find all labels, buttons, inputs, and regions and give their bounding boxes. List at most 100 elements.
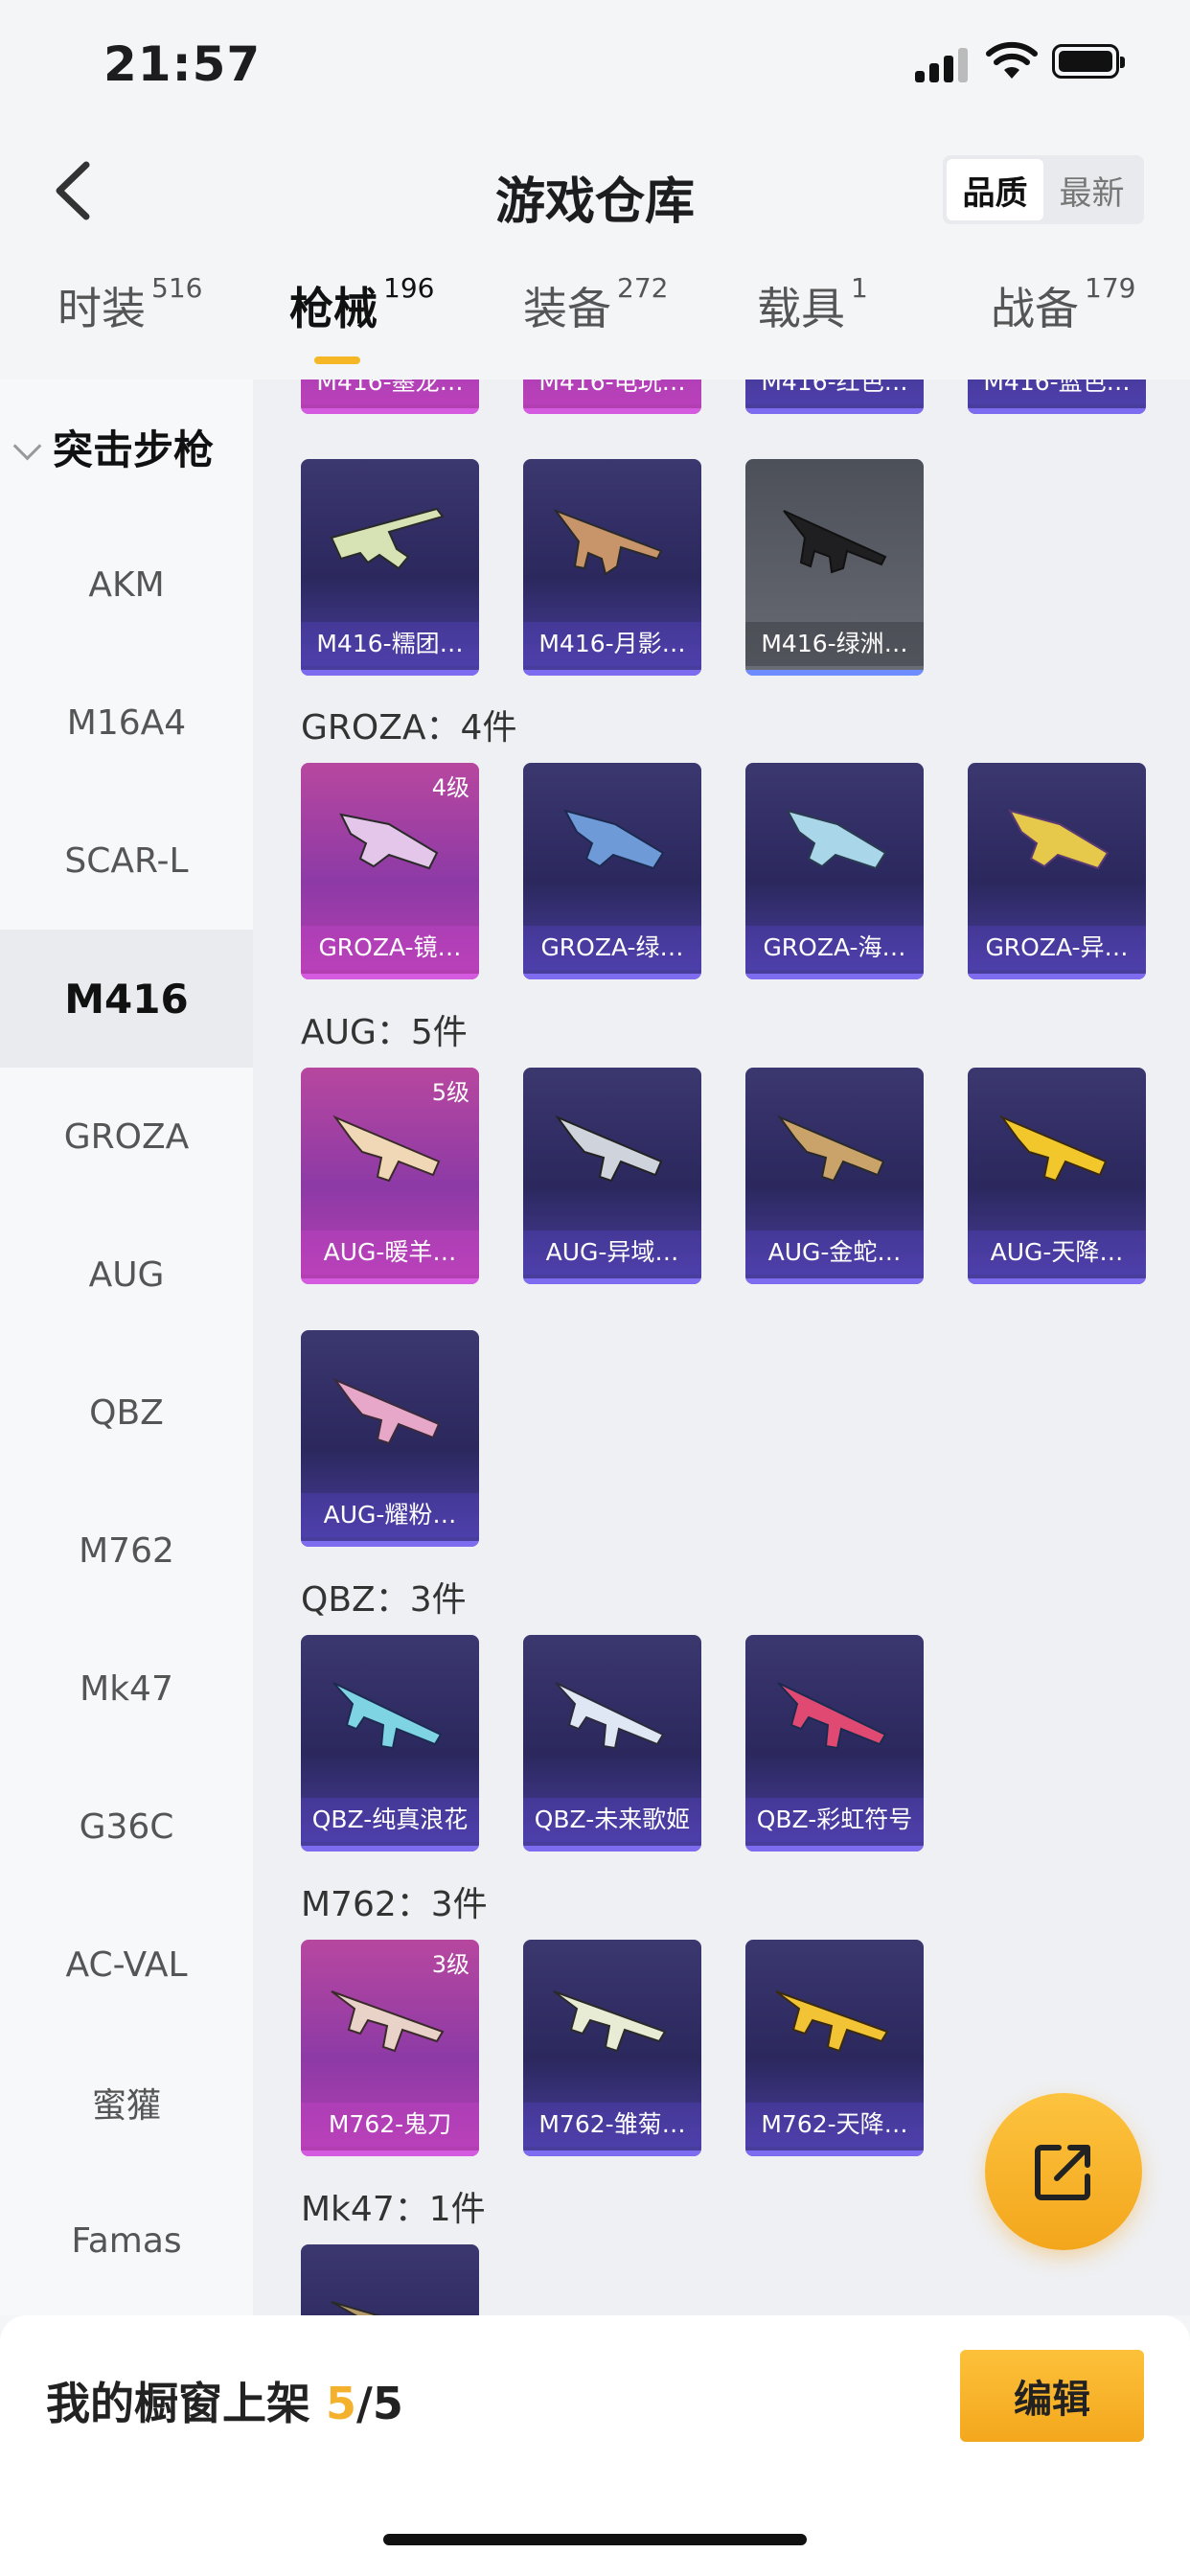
rifle-icon [555,1115,663,1183]
section-title-m762: M762：3件 [301,1885,488,1924]
weapon-card[interactable]: M416-红色… [745,380,924,414]
tab-supplies[interactable]: 战备 179 [991,272,1136,337]
weapon-card[interactable]: M416-墨龙… [301,380,479,414]
weapon-card[interactable]: QBZ-未来歌姬 [523,1635,701,1852]
weapon-card[interactable]: M416-糯团… [301,459,479,676]
weapon-card[interactable] [301,2244,479,2315]
tab-count: 196 [383,272,435,304]
sidebar-item-groza[interactable]: GROZA [0,1068,253,1206]
weapon-card-name: M416-墨龙… [301,380,479,404]
sort-newest-button[interactable]: 最新 [1043,159,1140,220]
weapon-card[interactable]: AUG-异域… [523,1068,701,1284]
sidebar-item-aug[interactable]: AUG [0,1206,253,1344]
weapon-card-name: M416-糯团… [301,622,479,666]
share-icon [1035,2145,1090,2200]
sidebar-item-scar-l[interactable]: SCAR-L [0,792,253,930]
share-button[interactable] [985,2093,1142,2250]
rifle-icon [330,507,445,570]
tab-outfits[interactable]: 时装 516 [57,272,203,337]
rifle-icon [777,1115,885,1183]
tab-vehicles[interactable]: 载具 1 [757,272,868,337]
cellular-signal-icon [915,48,969,82]
sidebar-item-famas[interactable]: Famas [0,2172,253,2310]
chevron-down-icon [12,431,42,461]
rifle-icon [775,1990,889,2053]
status-bar: 21:57 [0,0,1190,134]
section-title-groza: GROZA：4件 [301,708,517,748]
sidebar-item-qbz[interactable]: QBZ [0,1344,253,1482]
sidebar-item-akm[interactable]: AKM [0,516,253,654]
weapon-card-name: M762-天降… [745,2103,924,2147]
rifle-icon [332,1115,441,1183]
sidebar-category[interactable]: 突击步枪 [12,418,214,476]
weapon-card[interactable]: AUG-耀粉… [301,1330,479,1547]
showcase-status: 我的橱窗上架 5/5 [46,2369,403,2432]
weapon-card-name: M416-月影… [523,622,701,666]
sidebar-item-ac-val[interactable]: AC-VAL [0,1896,253,2034]
weapon-card-name: M416-蓝色… [968,380,1146,404]
rifle-icon [332,1377,441,1445]
tab-label: 战备 [991,283,1079,334]
weapon-card[interactable]: M416-绿洲… [745,459,924,676]
sidebar-item-m762[interactable]: M762 [0,1482,253,1620]
weapon-card-name: GROZA-绿… [523,926,701,970]
weapon-card[interactable]: QBZ-纯真浪花 [301,1635,479,1852]
weapon-card-name: AUG-金蛇… [745,1230,924,1275]
weapon-card[interactable]: 5级 AUG-暖羊… [301,1068,479,1284]
sidebar-item-honey-badger[interactable]: 蜜獾 [0,2034,253,2172]
weapon-card[interactable]: 3级 M762-鬼刀 [301,1940,479,2156]
rifle-icon [999,1115,1108,1183]
edit-button[interactable]: 编辑 [960,2350,1144,2442]
status-time: 21:57 [103,36,262,92]
weapon-card-name: QBZ-彩虹符号 [745,1798,924,1842]
weapon-card[interactable]: M416-月影… [523,459,701,676]
rifle-icon [331,2301,381,2315]
showcase-panel: 我的橱窗上架 5/5 编辑 [0,2315,1190,2576]
weapon-card[interactable]: M762-雏菊… [523,1940,701,2156]
tab-count: 516 [151,272,203,304]
sidebar-item-g36c[interactable]: G36C [0,1758,253,1896]
weapon-card[interactable]: GROZA-绿… [523,763,701,979]
header: 游戏仓库 品质 最新 [0,144,1190,240]
active-tab-indicator [314,356,360,364]
weapon-card-name: QBZ-未来歌姬 [523,1798,701,1842]
weapon-card[interactable]: GROZA-海… [745,763,924,979]
showcase-total-count: /5 [356,2378,403,2429]
rifle-icon [553,1990,667,2053]
sort-quality-button[interactable]: 品质 [947,159,1043,220]
sidebar-item-m416[interactable]: M416 [0,930,253,1068]
wifi-icon [986,41,1038,79]
sidebar-item-mk47[interactable]: Mk47 [0,1620,253,1758]
weapon-card[interactable]: M416-蓝色… [968,380,1146,414]
rifle-icon [786,809,887,870]
weapon-card-name: M762-鬼刀 [301,2103,479,2147]
weapon-sidebar: 突击步枪 AKM M16A4 SCAR-L M416 GROZA AUG QBZ… [0,380,253,2315]
rifle-icon [777,1682,887,1750]
weapon-card-name: GROZA-异… [968,926,1146,970]
weapon-card[interactable]: 4级 GROZA-镜… [301,763,479,979]
tab-label: 装备 [523,283,611,334]
tab-label: 时装 [57,283,146,334]
section-title-mk47: Mk47：1件 [301,2190,486,2229]
tab-equipment[interactable]: 装备 272 [523,272,668,337]
weapon-card[interactable]: QBZ-彩虹符号 [745,1635,924,1852]
weapon-card-name: M416-红色… [745,380,924,404]
rifle-icon [332,1682,443,1750]
weapon-card[interactable]: M416-电玩… [523,380,701,414]
tab-weapons[interactable]: 枪械 196 [289,272,435,337]
rifle-icon [331,1990,445,2053]
rifle-icon [1008,809,1110,870]
weapon-card-name: AUG-耀粉… [301,1493,479,1537]
rifle-icon [783,510,887,574]
rifle-icon [553,508,663,576]
weapon-card[interactable]: AUG-天降… [968,1068,1146,1284]
home-indicator [383,2534,807,2545]
tab-count: 179 [1085,272,1136,304]
sidebar-item-m16a4[interactable]: M16A4 [0,654,253,792]
weapon-card-name: M762-雏菊… [523,2103,701,2147]
weapon-card[interactable]: GROZA-异… [968,763,1146,979]
weapon-card-name: M416-绿洲… [745,622,924,666]
section-title-qbz: QBZ：3件 [301,1580,467,1620]
weapon-card[interactable]: AUG-金蛇… [745,1068,924,1284]
weapon-card[interactable]: M762-天降… [745,1940,924,2156]
